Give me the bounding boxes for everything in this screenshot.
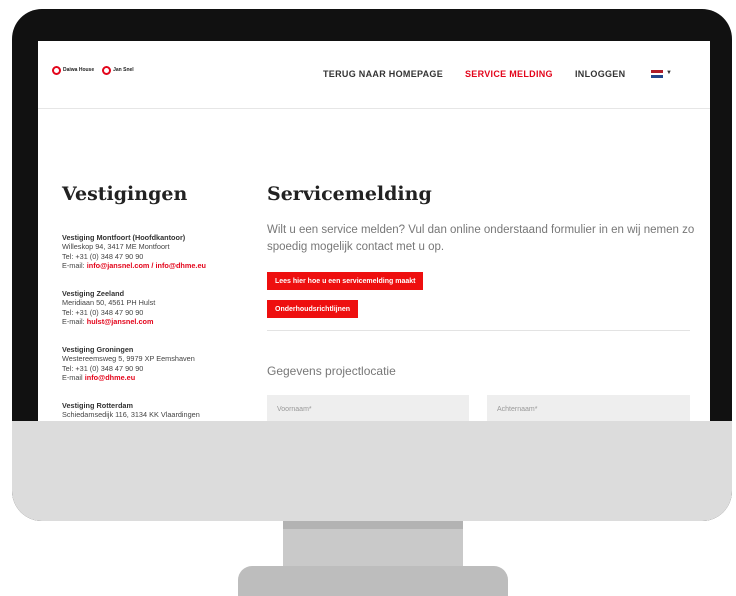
email-label: E-mail [62,373,85,383]
location-address: Schiedamsedijk 116, 3134 KK Vlaardingen [62,410,200,420]
location-montfoort: Vestiging Montfoort (Hoofdkantoor) Wille… [62,233,247,271]
location-rotterdam: Vestiging Rotterdam Schiedamsedijk 116, … [62,401,247,420]
email-link[interactable]: info@jansnel.com / info@dhme.eu [87,261,206,270]
location-name: Vestiging Zeeland [62,289,125,298]
location-name: Vestiging Rotterdam [62,401,133,410]
location-name: Vestiging Groningen [62,345,134,354]
section-title: Gegevens projectlocatie [267,364,396,378]
location-address: Willeskop 94, 3417 ME Montfoort [62,242,170,252]
location-phone: Tel: +31 (0) 348 47 90 90 [62,307,144,317]
divider [267,330,690,331]
monitor-stand-base [238,566,508,596]
howto-button[interactable]: Lees hier hoe u een servicemelding maakt [267,272,424,290]
email-link[interactable]: info@dhme.eu [85,373,136,382]
location-address: Meridiaan 50, 4561 PH Hulst [62,298,156,308]
location-name: Vestiging Montfoort (Hoofdkantoor) [62,233,186,242]
logo-daiwa-text: Daiwa House [63,67,95,73]
page-title: Servicemelding [267,183,432,205]
location-phone: Tel: +31 (0) 348 47 90 90 [62,251,144,261]
logo-jansnel-text: Jan Snel [113,67,134,73]
intro-text: Wilt u een service melden? Vul dan onlin… [267,224,695,253]
sidebar-title: Vestigingen [62,183,188,205]
lastname-input[interactable]: Achternaam* [487,395,690,421]
location-phone: Tel: +31 (0) 348 47 90 90 [62,363,144,373]
maintenance-guidelines-button[interactable]: Onderhoudsrichtlijnen [267,300,359,318]
daiwa-logo-icon [52,66,61,75]
jansnel-logo-icon [102,66,112,75]
nav-service-melding-link[interactable]: SERVICE MELDING [465,69,553,79]
site-header: Daiwa House Jan Snel TERUG NAAR HOMEPAGE… [38,41,710,109]
location-zeeland: Vestiging Zeeland Meridiaan 50, 4561 PH … [62,289,247,327]
nav-homepage-link[interactable]: TERUG NAAR HOMEPAGE [323,69,443,79]
chevron-down-icon[interactable]: ▼ [666,70,672,76]
stand-shadow [283,521,463,529]
location-groningen: Vestiging Groningen Westereemsweg 5, 997… [62,345,247,383]
company-logo[interactable]: Daiwa House Jan Snel [52,66,140,75]
monitor-chin [12,421,732,521]
website-screen: Daiwa House Jan Snel TERUG NAAR HOMEPAGE… [38,41,710,421]
email-label: E-mail: [62,261,87,271]
email-label: E-mail: [62,317,87,327]
nav-login-link[interactable]: INLOGGEN [575,69,625,79]
location-address: Westereemsweg 5, 9979 XP Eemshaven [62,354,195,364]
firstname-input[interactable]: Voornaam* [267,395,469,421]
email-link[interactable]: hulst@jansnel.com [87,317,154,326]
dutch-flag-icon[interactable] [651,70,663,79]
